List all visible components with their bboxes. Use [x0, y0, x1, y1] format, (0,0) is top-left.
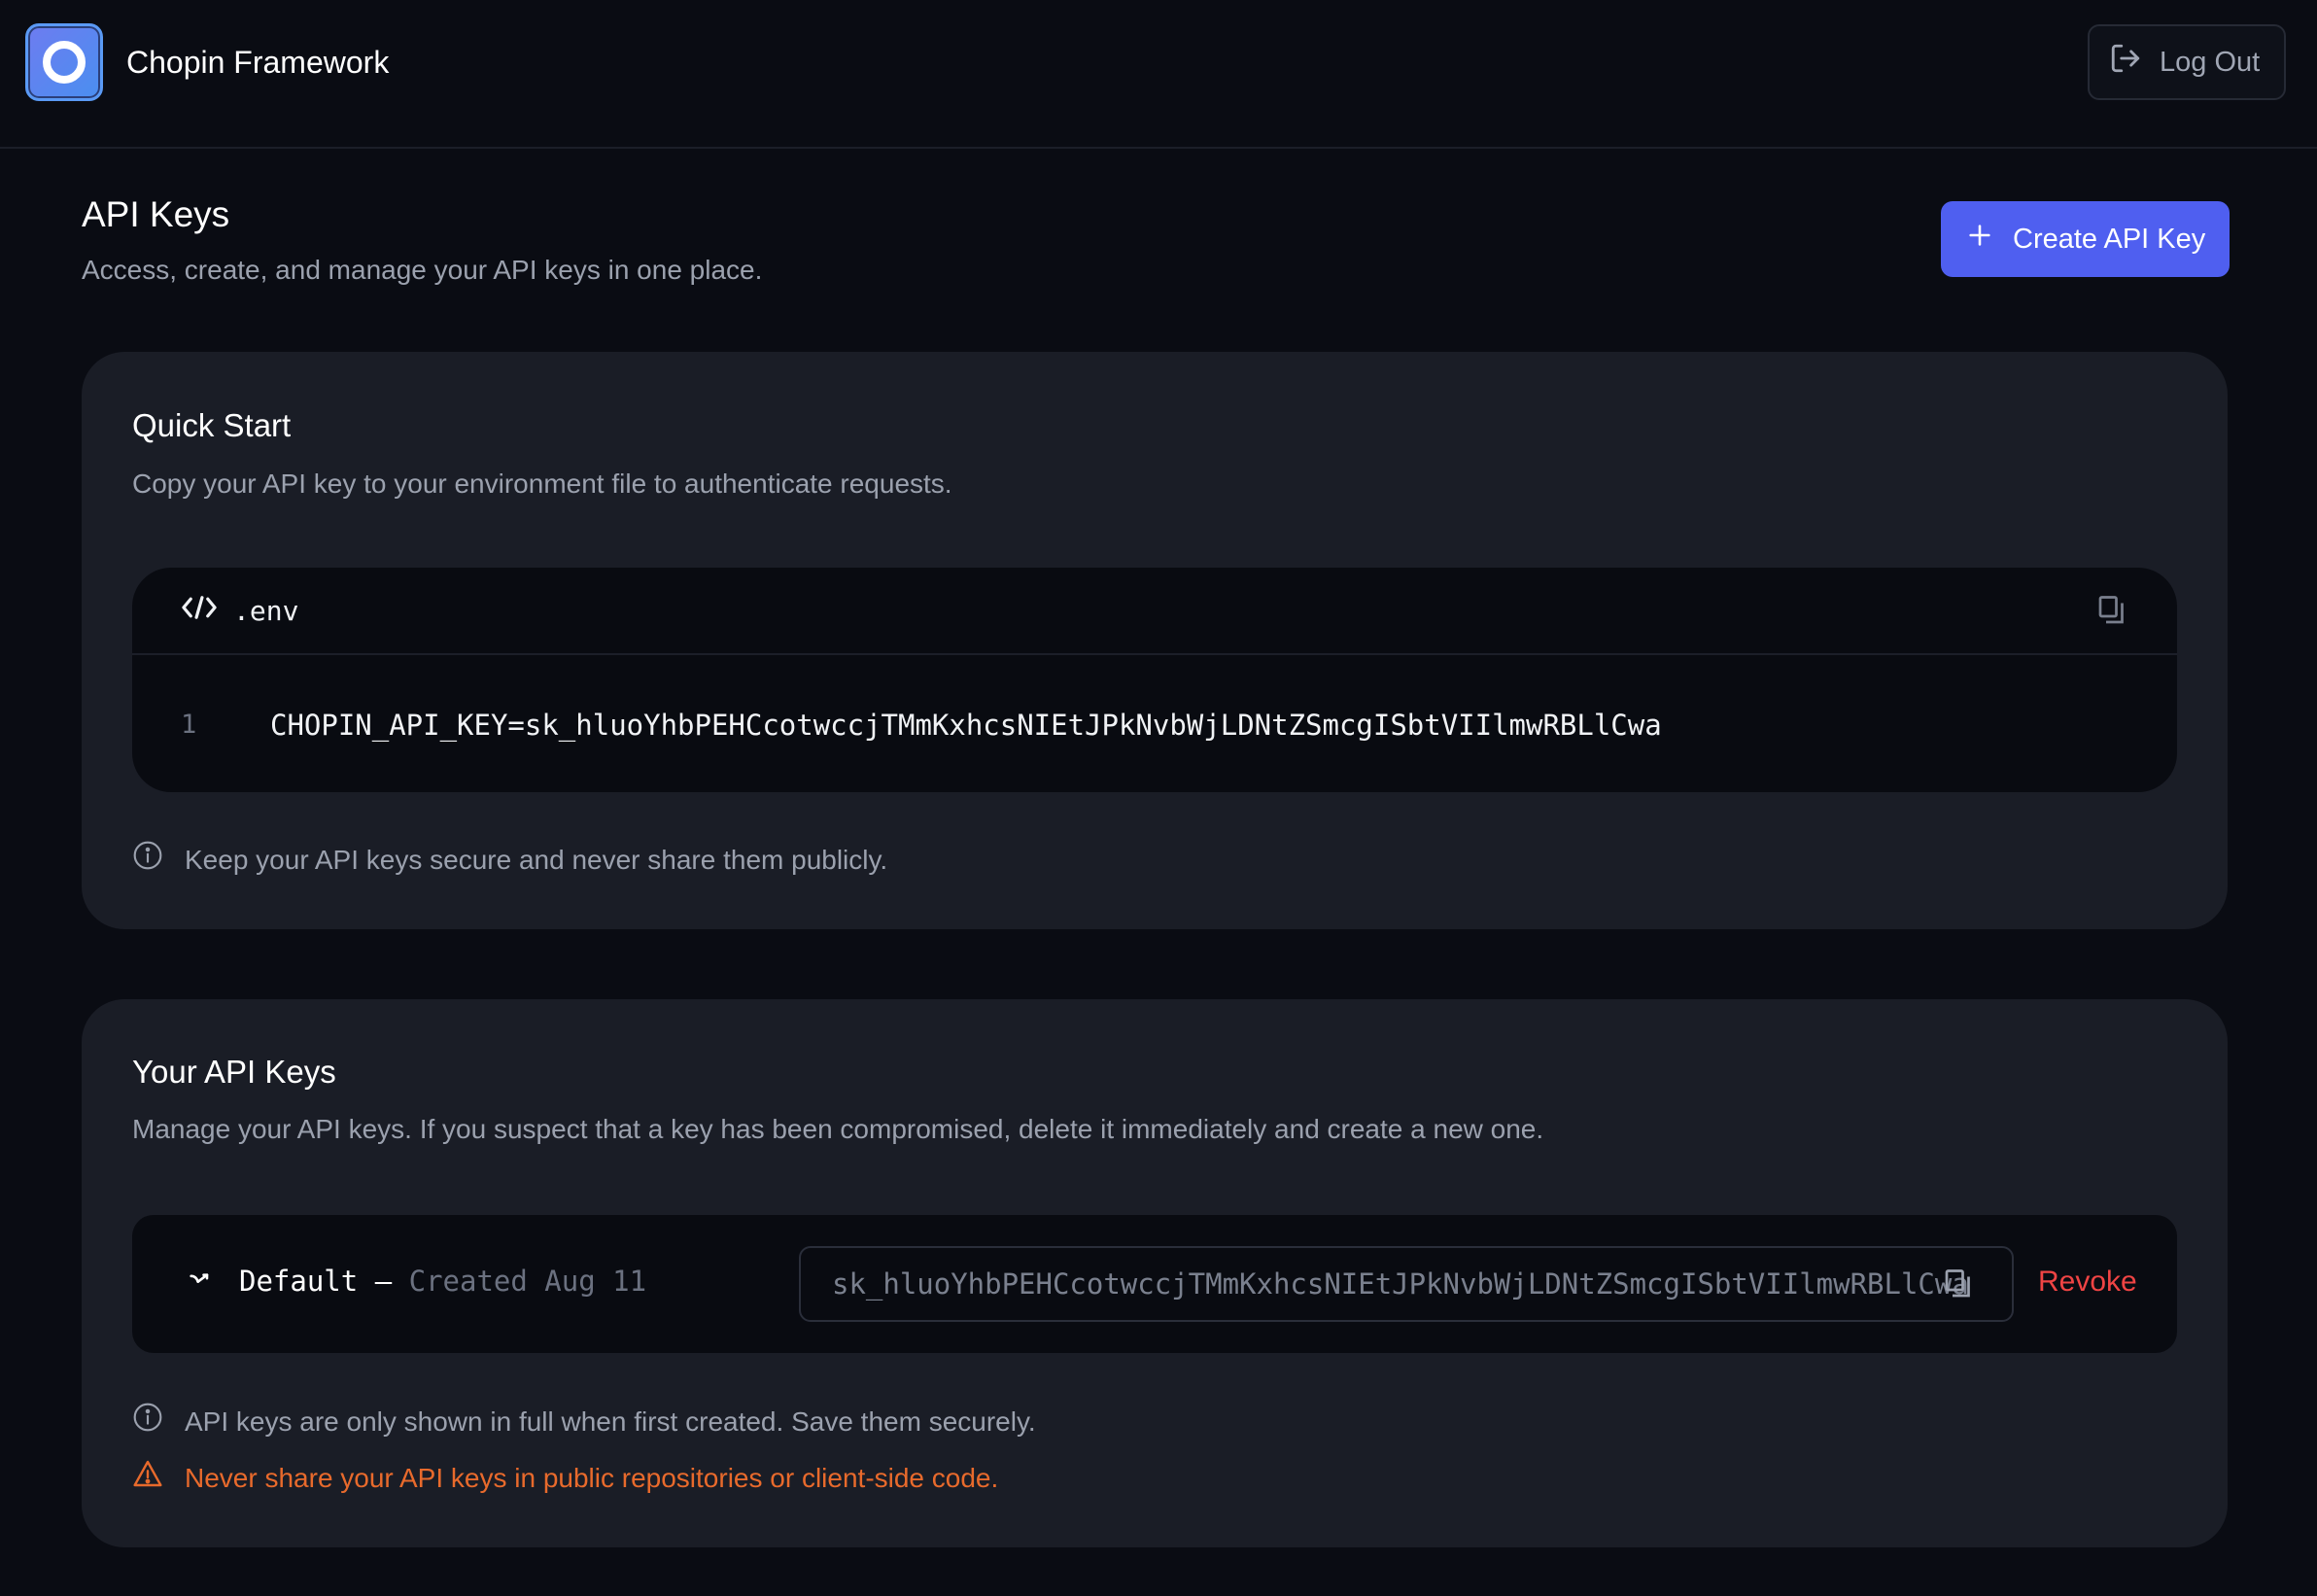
logout-icon: [2109, 42, 2142, 83]
code-filename: .env: [181, 593, 298, 629]
copy-key-button[interactable]: [1944, 1267, 1973, 1307]
api-key-value: sk_hluoYhbPEHCcotwccjTMmKxhcsNIEtJPkNvbW…: [832, 1267, 1969, 1301]
app-title: Chopin Framework: [126, 45, 390, 80]
api-keys-warning-note: Never share your API keys in public repo…: [132, 1458, 998, 1498]
code-icon: [181, 593, 218, 629]
quick-start-title: Quick Start: [132, 407, 292, 443]
copy-env-button[interactable]: [2097, 594, 2127, 632]
code-filename-label: .env: [233, 595, 299, 627]
quick-start-note: Keep your API keys secure and never shar…: [132, 840, 887, 880]
env-code-block: .env 1 CHOPIN_API_KEY=sk_hluoYhbPEHCcotw…: [132, 568, 2177, 792]
api-keys-subtitle: Manage your API keys. If you suspect tha…: [132, 1114, 1544, 1144]
info-icon: [132, 1402, 163, 1441]
api-keys-warning-text: Never share your API keys in public repo…: [185, 1462, 999, 1493]
api-keys-info-text: API keys are only shown in full when fir…: [185, 1405, 1036, 1437]
app-logo-icon[interactable]: [25, 23, 103, 101]
api-key-label: Default – Created Aug 11: [187, 1264, 646, 1298]
api-key-row: Default – Created Aug 11 sk_hluoYhbPEHCc…: [132, 1215, 2177, 1353]
create-api-key-button[interactable]: Create API Key: [1941, 201, 2230, 277]
quick-start-card: Quick Start Copy your API key to your en…: [82, 352, 2228, 929]
copy-icon: [2097, 596, 2127, 631]
quick-start-subtitle: Copy your API key to your environment fi…: [132, 468, 952, 499]
api-key-created: Created Aug 11: [408, 1264, 647, 1298]
logout-button[interactable]: Log Out: [2088, 24, 2286, 100]
create-api-key-label: Create API Key: [2013, 223, 2206, 255]
api-keys-card: Your API Keys Manage your API keys. If y…: [82, 999, 2228, 1547]
page-subtitle: Access, create, and manage your API keys…: [82, 255, 763, 285]
api-key-name: Default: [239, 1264, 359, 1298]
quick-start-note-text: Keep your API keys secure and never shar…: [185, 844, 888, 875]
api-key-separator: –: [374, 1264, 393, 1298]
revoke-button[interactable]: Revoke: [2038, 1266, 2137, 1299]
code-block-header: .env: [132, 568, 2177, 655]
api-key-value-field[interactable]: sk_hluoYhbPEHCcotwccjTMmKxhcsNIEtJPkNvbW…: [799, 1246, 2014, 1322]
plus-icon: [1966, 222, 1993, 257]
key-icon: [187, 1264, 214, 1298]
top-header: Chopin Framework Log Out: [0, 0, 2317, 149]
api-keys-info-note: API keys are only shown in full when fir…: [132, 1402, 1036, 1441]
warning-icon: [132, 1458, 163, 1498]
copy-icon: [1944, 1269, 1973, 1307]
api-keys-title: Your API Keys: [132, 1054, 336, 1090]
code-line-number: 1: [181, 710, 197, 740]
info-icon: [132, 840, 163, 880]
page-title: API Keys: [82, 194, 230, 234]
code-line-content[interactable]: CHOPIN_API_KEY=sk_hluoYhbPEHCcotwccjTMmK…: [270, 709, 1662, 742]
logout-label: Log Out: [2160, 46, 2261, 78]
logo-ring: [43, 41, 86, 84]
